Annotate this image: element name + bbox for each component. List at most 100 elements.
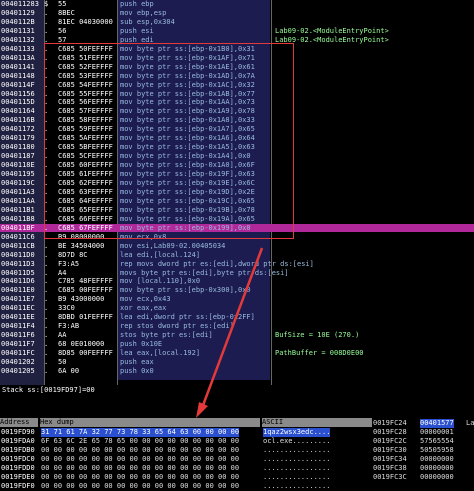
disasm-address: 004011EC — [1, 304, 35, 313]
disasm-hex: BE 34504000 — [58, 241, 105, 250]
disasm-row[interactable]: 004011D6. C785 48FEFFFF mov [local.110],0x… — [0, 277, 474, 286]
disasm-marker: . — [44, 295, 49, 304]
disasm-comment: PathBuffer = 008D0E00 — [275, 349, 364, 358]
dump-row[interactable]: 0019FDB0 00 00 00 00 00 00 00 00 00 00 00… — [0, 446, 372, 455]
stack-value: 50505958 — [420, 446, 454, 454]
disasm-row[interactable]: 00401131. 56 push esi Lab09-02.<ModuleEntry… — [0, 27, 474, 36]
dump-bytes: 00 00 00 00 00 00 00 00 00 00 00 00 00 0… — [41, 446, 240, 454]
dump-row[interactable]: 0019FDC0 00 00 00 00 00 00 00 00 00 00 00… — [0, 455, 372, 464]
dump-ascii: ................ — [263, 464, 331, 472]
disasm-row[interactable]: 00401205. 6A 00 push 0x0 — [0, 367, 474, 376]
disasm-instruction: mov ecx,0x43 — [120, 295, 171, 304]
disasm-hex: 8BEC — [58, 8, 75, 17]
disasm-address: 0040116B — [1, 116, 35, 125]
disasm-address: 004011E7 — [1, 295, 35, 304]
disasm-address: 00401179 — [1, 134, 35, 143]
disasm-row[interactable]: 00401202. 50 push eax — [0, 358, 474, 367]
dump-address: 0019FDB0 — [1, 446, 35, 454]
dump-row[interactable]: 0019FDE0 00 00 00 00 00 00 00 00 00 00 00… — [0, 473, 372, 482]
disasm-row[interactable]: 004011E7. B9 43000000 mov ecx,0x43 — [0, 295, 474, 304]
disasm-marker: . — [44, 340, 49, 349]
disasm-hex: C785 48FEFFFF — [58, 277, 113, 286]
stack-value: 00000000 — [420, 473, 454, 481]
info-bar: Stack ss:[0019FD97]=00 — [0, 385, 474, 396]
disasm-hex: F3:A5 — [58, 259, 80, 268]
disasm-address: 004011B1 — [1, 205, 35, 214]
disasm-address: 00401187 — [1, 152, 35, 161]
disasm-instruction: mov ebp,esp — [120, 8, 167, 17]
disasm-instruction: stos byte ptr es:[edi] — [120, 331, 213, 340]
dump-bytes: 00 00 00 00 00 00 00 00 00 00 00 00 00 0… — [41, 473, 240, 481]
disasm-address: 00401148 — [1, 71, 35, 80]
disasm-row[interactable]: 00401129. 8BEC mov ebp,esp — [0, 9, 474, 18]
disasm-hex: 81EC 04030000 — [58, 17, 113, 26]
stack-value: 00401577 — [420, 419, 454, 428]
dump-ascii: 1qaz2wsx3edc.... — [263, 428, 331, 437]
disasm-address: 004011AA — [1, 196, 35, 205]
disasm-address: 004011F6 — [1, 331, 35, 340]
disasm-hex: 8DBD 01FEFFFF — [58, 313, 113, 322]
disasm-row[interactable]: 004011D0. 8D7D 8C lea edi,[local.124] — [0, 251, 474, 260]
disasm-row[interactable]: 004011E0. C685 00FEFFFF mov byte ptr ss:[e… — [0, 286, 474, 295]
hex-dump-pane[interactable]: Address Hex dump ASCII 0019FD90 31 71 61 … — [0, 418, 372, 491]
dump-address: 0019FDF0 — [1, 482, 35, 490]
disasm-instruction: push esi — [120, 26, 154, 35]
dump-row[interactable]: 0019FDA0 6F 63 6C 2E 65 78 65 00 00 00 00… — [0, 437, 372, 446]
disasm-row[interactable]: 004011F7. 68 0E010000 push 0x10E — [0, 340, 474, 349]
disasm-marker: . — [44, 259, 49, 268]
disasm-row[interactable]: 004011EE. 8DBD 01FEFFFF lea edi,dword ptr … — [0, 313, 474, 322]
stack-row[interactable]: 0019FC3C 00000000 — [372, 473, 474, 482]
disasm-marker: . — [44, 331, 49, 340]
dump-row[interactable]: 0019FDD0 00 00 00 00 00 00 00 00 00 00 00… — [0, 464, 372, 473]
disasm-address: 004011F7 — [1, 340, 35, 349]
stack-row[interactable]: 0019FC30 50505958 — [372, 446, 474, 455]
disasm-address: 0040115D — [1, 98, 35, 107]
dump-row[interactable]: 0019FD90 31 71 61 7A 32 77 73 78 33 65 64… — [0, 428, 372, 437]
disasm-hex: 56 — [58, 26, 67, 35]
stack-row[interactable]: 0019FC34 00000000 — [372, 455, 474, 464]
dump-header-address[interactable]: Address — [0, 418, 38, 427]
stack-row[interactable]: 0019FC28 00000001 — [372, 428, 474, 437]
disasm-row[interactable]: 0040112B. 81EC 04030000 sub esp,0x304 — [0, 18, 474, 27]
disasm-instruction: push 0x10E — [120, 340, 163, 349]
stack-address: 0019FC38 — [373, 464, 407, 472]
disasm-address: 004011FC — [1, 349, 35, 358]
disasm-instruction: sub esp,0x304 — [120, 17, 175, 26]
disasm-marker: . — [44, 268, 49, 277]
stack-row[interactable]: 0019FC2C 57565554 — [372, 437, 474, 446]
dump-bytes: 6F 63 6C 2E 65 78 65 00 00 00 00 00 00 0… — [41, 437, 240, 445]
dump-ascii: ................ — [263, 482, 331, 490]
dump-header-ascii[interactable]: ASCII — [262, 418, 372, 427]
disasm-address: 004011EE — [1, 313, 35, 322]
disasm-row[interactable]: 004011FC. 8D85 00FEFFFF lea eax,[local.192… — [0, 349, 474, 358]
disasm-instruction: rep movs dword ptr es:[edi],dword ptr ds… — [120, 259, 314, 268]
disassembly-pane[interactable]: 004011283 $55 push ebp 00401129. 8BEC mov ebp… — [0, 0, 474, 385]
disasm-address: 00401205 — [1, 366, 35, 375]
dump-header-hex[interactable]: Hex dump — [40, 418, 260, 427]
annotation-box — [44, 43, 294, 239]
disasm-hex: 8D85 00FEFFFF — [58, 349, 113, 358]
disasm-instruction: mov esi,Lab09-02.00405034 — [120, 241, 226, 250]
disasm-address: 00401129 — [1, 8, 35, 17]
disasm-comment: BufSize = 10E (270.) — [275, 331, 360, 340]
disasm-address: 004011D5 — [1, 268, 35, 277]
disasm-address: 0040118E — [1, 161, 35, 170]
stack-pane[interactable]: 0019FC24 00401577 La 0019FC28 00000001 0019FC… — [372, 418, 474, 488]
disasm-instruction: lea edi,[local.124] — [120, 250, 201, 259]
disasm-hex: AA — [58, 331, 67, 340]
disasm-address: 00401172 — [1, 125, 35, 134]
disasm-instruction: mov [local.110],0x0 — [120, 277, 201, 286]
stack-row[interactable]: 0019FC38 00000000 — [372, 464, 474, 473]
disasm-address: 00401180 — [1, 143, 35, 152]
disasm-row[interactable]: 004011F6. AA stos byte ptr es:[edi] BufSize… — [0, 331, 474, 340]
dump-row[interactable]: 0019FDF0 00 00 00 00 00 00 00 00 00 00 00… — [0, 482, 372, 491]
disasm-row[interactable]: 004011D5. A4 movs byte ptr es:[edi],byte p… — [0, 269, 474, 278]
disasm-row[interactable]: 004011EC. 33C0 xor eax,eax — [0, 304, 474, 313]
disasm-row[interactable]: 004011D3. F3:A5 rep movs dword ptr es:[edi… — [0, 260, 474, 269]
disasm-instruction: push 0x0 — [120, 366, 154, 375]
disasm-row[interactable]: 004011CB. BE 34504000 mov esi,Lab09-02.004… — [0, 242, 474, 251]
disasm-row[interactable]: 004011283 $55 push ebp — [0, 0, 474, 9]
disasm-row[interactable]: 004011F4. F3:AB rep stos dword ptr es:[edi… — [0, 322, 474, 331]
disasm-instruction: xor eax,eax — [120, 304, 167, 313]
stack-row-selected[interactable]: 0019FC24 00401577 La — [372, 419, 474, 428]
